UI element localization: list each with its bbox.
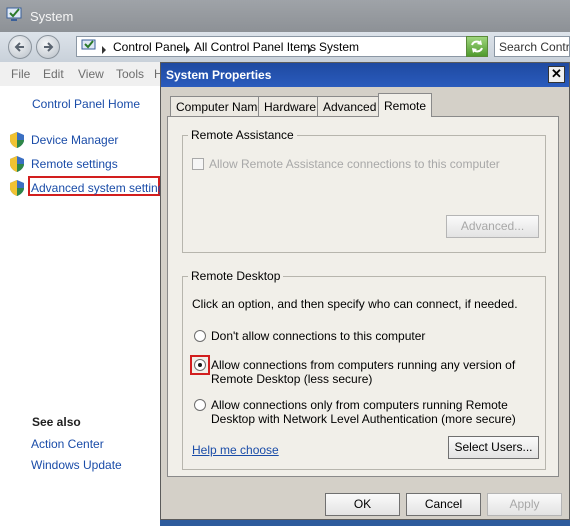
radio-allow-any-version-line2: Remote Desktop (less secure) (211, 372, 373, 386)
window-title: System (30, 9, 74, 24)
radio-allow-any-version-line1: Allow connections from computers running… (211, 358, 516, 372)
radio-dont-allow-label: Don't allow connections to this computer (211, 329, 426, 343)
system-icon (6, 7, 22, 21)
menu-edit[interactable]: Edit (43, 67, 64, 81)
apply-button[interactable]: Apply (487, 493, 562, 516)
radio-allow-nla-line1: Allow connections only from computers ru… (211, 398, 508, 412)
control-panel-home-link[interactable]: Control Panel Home (32, 97, 140, 111)
remote-settings-link[interactable]: Remote settings (31, 157, 118, 171)
forward-arrow-icon (44, 42, 54, 52)
action-center-link[interactable]: Action Center (31, 437, 104, 451)
close-button[interactable]: ✕ (548, 66, 565, 83)
shield-icon (10, 132, 24, 148)
dialog-title: System Properties (166, 68, 272, 82)
menu-file[interactable]: File (11, 67, 30, 81)
search-input[interactable]: Search Control (494, 36, 570, 57)
tab-remote[interactable]: Remote (378, 93, 433, 117)
window-title-bar: System (0, 0, 570, 32)
select-users-button[interactable]: Select Users... (448, 436, 539, 459)
breadcrumb-control-panel[interactable]: Control Panel (113, 40, 186, 54)
breadcrumb-separator-icon (185, 43, 191, 57)
radio-allow-nla-line2: Desktop with Network Level Authenticatio… (211, 412, 516, 426)
system-properties-dialog: System Properties ✕ Computer Name Hardwa… (160, 62, 570, 520)
refresh-button[interactable] (466, 36, 488, 57)
back-arrow-icon (14, 42, 24, 52)
tab-computer-name[interactable]: Computer Name (170, 96, 271, 116)
remote-tab-panel: Remote Assistance Allow Remote Assistanc… (167, 116, 559, 477)
breadcrumb-system[interactable]: System (319, 40, 359, 54)
advanced-system-settings-link[interactable]: Advanced system settings (31, 181, 170, 195)
refresh-icon (471, 40, 483, 53)
radio-allow-any-version[interactable] (194, 359, 206, 371)
windows-update-link[interactable]: Windows Update (31, 458, 122, 472)
control-panel-icon (81, 39, 96, 50)
back-button[interactable] (8, 35, 32, 59)
allow-remote-assistance-checkbox[interactable] (192, 158, 204, 170)
cancel-button[interactable]: Cancel (406, 493, 481, 516)
shield-icon (10, 156, 24, 172)
remote-assistance-advanced-button[interactable]: Advanced... (446, 215, 539, 238)
shield-icon (10, 180, 24, 196)
menu-tools[interactable]: Tools (116, 67, 144, 81)
forward-button[interactable] (36, 35, 60, 59)
address-field[interactable]: Control Panel All Control Panel Items Sy… (76, 36, 488, 57)
menu-view[interactable]: View (78, 67, 104, 81)
remote-desktop-instruction: Click an option, and then specify who ca… (192, 297, 518, 311)
tab-advanced[interactable]: Advanced (317, 96, 383, 116)
close-icon: ✕ (551, 66, 562, 81)
help-me-choose-link[interactable]: Help me choose (192, 443, 279, 457)
breadcrumb-separator-icon (307, 43, 313, 57)
remote-assistance-label: Remote Assistance (188, 128, 297, 142)
breadcrumb-all-items[interactable]: All Control Panel Items (194, 40, 316, 54)
see-also-heading: See also (32, 415, 81, 429)
radio-dont-allow[interactable] (194, 330, 206, 342)
breadcrumb-separator-icon (101, 43, 107, 57)
tab-hardware[interactable]: Hardware (258, 96, 323, 116)
remote-desktop-label: Remote Desktop (188, 269, 284, 283)
allow-remote-assistance-label: Allow Remote Assistance connections to t… (209, 157, 500, 171)
dialog-title-bar: System Properties ✕ (161, 63, 569, 87)
device-manager-link[interactable]: Device Manager (31, 133, 118, 147)
address-toolbar: Control Panel All Control Panel Items Sy… (0, 32, 570, 62)
ok-button[interactable]: OK (325, 493, 400, 516)
radio-allow-nla-only[interactable] (194, 399, 206, 411)
left-nav-pane: Control Panel Home Device Manager Remote… (0, 86, 170, 516)
